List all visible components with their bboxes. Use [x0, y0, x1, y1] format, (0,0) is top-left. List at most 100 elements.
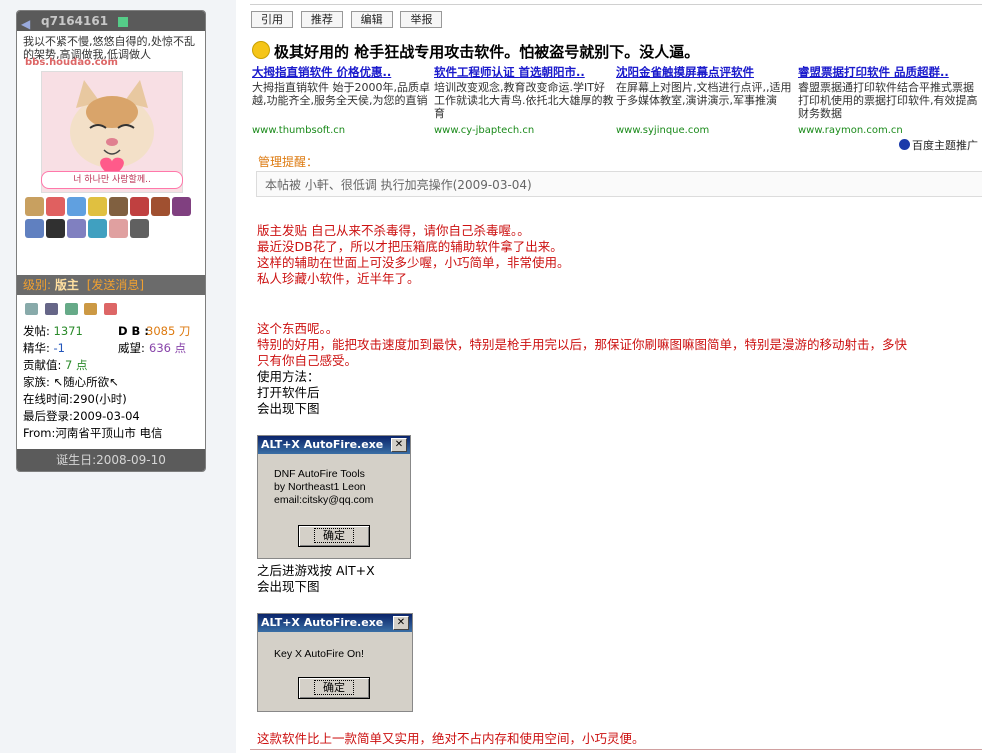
friend-icon[interactable] [64, 303, 78, 315]
baidu-promo-link[interactable]: 百度主题推广 [899, 137, 978, 153]
text-line: 只有你自己感受。 [257, 353, 358, 368]
profile-icon[interactable] [25, 303, 38, 315]
ad-title[interactable]: 大拇指直销软件 价格优惠.. [252, 66, 432, 79]
medal-icon [67, 197, 86, 216]
text-line: 之后进游戏按 AlT+X [257, 563, 375, 578]
posts-label: 发帖: [23, 324, 50, 338]
ad-title[interactable]: 睿盟票据打印软件 品质超群.. [798, 66, 978, 79]
dialog-ok-label: 确定 [314, 528, 354, 543]
post-paragraph-1: 版主发贴 自己从来不杀毒得，请你自己杀毒喔。。 最近没DB花了，所以才把压箱底的… [257, 223, 570, 287]
dialog-line: Key X AutoFire On! [274, 648, 364, 660]
user-info-panel: ◀ q7164161 我以不紧不慢,悠悠自得的,处惊不乱的架势,高调做我,低调做… [16, 10, 206, 472]
dialog-title: ALT+X AutoFire.exe [261, 438, 384, 451]
send-message-link[interactable]: [发送消息] [87, 278, 144, 292]
ad-item[interactable]: 软件工程师认证 首选朝阳市.. 培训改变观念,教育改变命运.学IT好工作就读北大… [434, 66, 614, 137]
dialog-title-bar: ALT+X AutoFire.exe ✕ [258, 614, 412, 632]
contrib-value: 7 点 [65, 358, 88, 372]
dialog-ok-label: 确定 [314, 680, 354, 695]
dialog-screenshot-1: ALT+X AutoFire.exe ✕ DNF AutoFire Tools … [257, 435, 411, 559]
db-label: D B : [118, 324, 149, 338]
ad-title[interactable]: 沈阳金雀触摸屏幕点评软件 [616, 66, 796, 79]
text-line: 私人珍藏小软件，近半年了。 [257, 271, 420, 286]
text-line: 会出现下图 [257, 579, 320, 594]
medal-icon [109, 197, 128, 216]
rank-bar: 级别: 版主 [发送消息] [17, 275, 205, 295]
report-button[interactable]: 举报 [400, 11, 443, 28]
edit-button[interactable]: 编辑 [350, 11, 393, 28]
medal-icon [25, 197, 44, 216]
dialog-line: DNF AutoFire Tools [274, 468, 365, 480]
message-icon[interactable] [44, 303, 58, 315]
ad-item[interactable]: 睿盟票据打印软件 品质超群.. 睿盟票据通打印软件结合平推式票据打印机使用的票据… [798, 66, 978, 137]
divider [250, 4, 982, 5]
dialog-message: DNF AutoFire Tools by Northeast1 Leon em… [274, 468, 373, 507]
rank-label: 级别: [23, 278, 52, 292]
medal-icon [67, 219, 86, 238]
text-line: 这个东西呢。。 [257, 321, 339, 336]
post-footer-text: 这款软件比上一款简单又实用，绝对不占内存和使用空间，小巧灵便。 [257, 731, 645, 746]
baidu-promo-text[interactable]: 百度主题推广 [912, 139, 978, 152]
divider [250, 749, 982, 750]
user-name[interactable]: q7164161 [41, 14, 108, 28]
essence-label: 精华: [23, 341, 50, 355]
site-watermark: bbs.houdao.com [25, 57, 118, 68]
user-action-icons [25, 303, 120, 317]
prestige-value: 636 点 [149, 341, 187, 355]
post-paragraph-2: 这个东西呢。。 特别的好用，能把攻击速度加到最快，特别是枪手用完以后，那保证你刷… [257, 321, 907, 417]
qq-icon[interactable] [104, 303, 118, 315]
post-paragraph-3: 之后进游戏按 AlT+X 会出现下图 [257, 563, 375, 595]
text-line: 最近没DB花了，所以才把压箱底的辅助软件拿了出来。 [257, 239, 563, 254]
admin-notice-label: 管理提醒： [258, 155, 319, 169]
family-info: 家族: ↖随心所欲↖ [23, 375, 119, 389]
medal-icon [172, 197, 191, 216]
close-icon: ✕ [391, 438, 407, 452]
ad-item[interactable]: 沈阳金雀触摸屏幕点评软件 在屏幕上对图片,文档进行点评,,适用于多媒体教室,演讲… [616, 66, 796, 137]
mail-icon[interactable] [84, 303, 98, 315]
text-line: 使用方法： [257, 369, 320, 384]
text-line: 这样的辅助在世面上可没多少喔，小巧简单，非常使用。 [257, 255, 570, 270]
dialog-line: by Northeast1 Leon [274, 481, 366, 493]
quote-button[interactable]: 引用 [251, 11, 293, 28]
ad-description: 睿盟票据通打印软件结合平推式票据打印机使用的票据打印软件,有效提高财务数据 [798, 81, 978, 120]
ad-description: 培训改变观念,教育改变命运.学IT好工作就读北大青鸟.依托北大雄厚的教育 [434, 81, 614, 120]
medal-icon [46, 197, 65, 216]
text-line: 打开软件后 [257, 385, 320, 400]
medal-icon [109, 219, 128, 238]
db-value: 3085 刀 [146, 324, 191, 338]
ad-description: 在屏幕上对图片,文档进行点评,,适用于多媒体教室,演讲演示,军事推演 [616, 81, 792, 107]
dialog-screenshot-2: ALT+X AutoFire.exe ✕ Key X AutoFire On! … [257, 613, 413, 712]
text-line: 会出现下图 [257, 401, 320, 416]
avatar-caption: 너 하나만 사랑할께.. [41, 171, 183, 189]
medal-icon [25, 219, 44, 238]
ad-url[interactable]: www.syjinque.com [616, 124, 796, 137]
user-stats: 发帖: 1371 D B : 3085 刀 精华: -1 威望: 636 点 贡… [23, 323, 203, 442]
dialog-title-bar: ALT+X AutoFire.exe ✕ [258, 436, 410, 454]
post-title-text: 极其好用的 枪手狂战专用攻击软件。怕被盗号就别下。没人逼。 [274, 43, 700, 61]
ad-url[interactable]: www.thumbsoft.cn [252, 124, 432, 137]
dialog-ok-button: 确定 [298, 525, 370, 547]
ad-url[interactable]: www.raymon.com.cn [798, 124, 978, 137]
post-content-area: 引用 推荐 编辑 举报 极其好用的 枪手狂战专用攻击软件。怕被盗号就别下。没人逼… [236, 0, 982, 753]
medal-icon [130, 197, 149, 216]
admin-notice: 本帖被 小軒、很低调 执行加亮操作(2009-03-04) [256, 171, 982, 197]
prestige-label: 威望: [118, 341, 145, 355]
user-name-bar: ◀ q7164161 [17, 11, 205, 31]
online-time: 在线时间:290(小时) [23, 392, 127, 406]
online-status-icon [118, 16, 129, 27]
post-title: 极其好用的 枪手狂战专用攻击软件。怕被盗号就别下。没人逼。 [252, 41, 699, 62]
ad-description: 大拇指直销软件 始于2000年,品质卓越,功能齐全,服务全天侯,为您的直销 [252, 81, 430, 107]
recommend-button[interactable]: 推荐 [300, 11, 343, 28]
medal-icon [88, 219, 107, 238]
rank-value: 版主 [54, 278, 79, 292]
text-line: 版主发贴 自己从来不杀毒得，请你自己杀毒喔。。 [257, 223, 530, 238]
last-login: 最后登录:2009-03-04 [23, 409, 140, 423]
post-action-bar: 引用 推荐 编辑 举报 [251, 11, 446, 28]
medal-icon [151, 197, 170, 216]
ad-item[interactable]: 大拇指直销软件 价格优惠.. 大拇指直销软件 始于2000年,品质卓越,功能齐全… [252, 66, 432, 137]
birthday-bar: 诞生日:2008-09-10 [17, 449, 205, 471]
medal-icon [88, 197, 107, 216]
collapse-arrow-icon[interactable]: ◀ [21, 14, 30, 34]
user-location: From:河南省平顶山市 电信 [23, 426, 163, 440]
ad-url[interactable]: www.cy-jbaptech.cn [434, 124, 614, 137]
ad-title[interactable]: 软件工程师认证 首选朝阳市.. [434, 66, 614, 79]
